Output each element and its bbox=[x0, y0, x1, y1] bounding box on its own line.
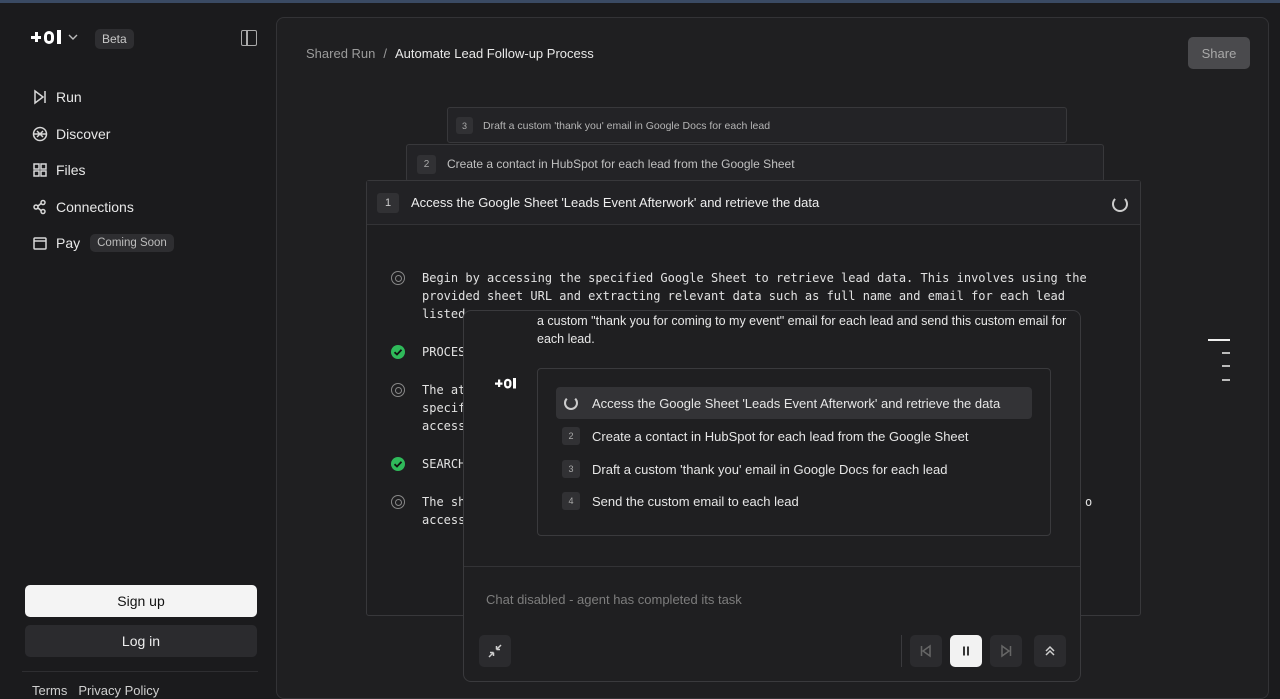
coming-soon-badge: Coming Soon bbox=[90, 234, 174, 253]
check-icon bbox=[391, 345, 405, 359]
sidebar-toggle-icon[interactable] bbox=[241, 30, 257, 46]
pause-icon bbox=[963, 646, 969, 656]
plan-item-2[interactable]: 2 Create a contact in HubSpot for each l… bbox=[556, 420, 1032, 452]
sidebar-item-files[interactable]: Files bbox=[32, 152, 174, 189]
log-text: PROCES bbox=[422, 345, 466, 359]
log-text: The at specif access bbox=[422, 383, 466, 433]
controls-divider bbox=[901, 635, 902, 667]
app-logo[interactable] bbox=[31, 30, 79, 44]
sidebar-item-label: Discover bbox=[56, 125, 111, 142]
step-title: Access the Google Sheet 'Leads Event Aft… bbox=[411, 195, 820, 210]
loading-spinner-icon bbox=[564, 396, 578, 410]
scroll-marker[interactable] bbox=[1222, 379, 1230, 381]
plan-item-title: Access the Google Sheet 'Leads Event Aft… bbox=[592, 395, 1001, 411]
step-card-header[interactable]: 1 Access the Google Sheet 'Leads Event A… bbox=[367, 181, 1140, 225]
footer-links: Terms Privacy Policy bbox=[32, 683, 159, 698]
scroll-marker-active[interactable] bbox=[1208, 339, 1230, 341]
sidebar-item-label: Connections bbox=[56, 198, 134, 215]
sidebar-item-run[interactable]: Run bbox=[32, 79, 174, 116]
plan-item-1[interactable]: Access the Google Sheet 'Leads Event Aft… bbox=[556, 387, 1032, 419]
collapse-button[interactable] bbox=[479, 635, 511, 667]
sidebar-item-discover[interactable]: Discover bbox=[32, 116, 174, 153]
terms-link[interactable]: Terms bbox=[32, 683, 67, 698]
compass-icon bbox=[32, 126, 48, 141]
check-icon bbox=[391, 457, 405, 471]
step-card-2[interactable]: 2 Create a contact in HubSpot for each l… bbox=[406, 144, 1104, 182]
target-icon bbox=[391, 495, 405, 509]
collapse-icon bbox=[488, 644, 502, 658]
plan-item-title: Draft a custom 'thank you' email in Goog… bbox=[592, 461, 948, 477]
footer-divider bbox=[22, 671, 258, 672]
expand-up-button[interactable] bbox=[1034, 635, 1066, 667]
beta-badge: Beta bbox=[95, 29, 134, 49]
sign-up-button[interactable]: Sign up bbox=[25, 585, 257, 617]
log-text: SEARCH bbox=[422, 457, 466, 471]
grid-icon bbox=[33, 163, 47, 177]
step-number: 3 bbox=[456, 117, 473, 134]
breadcrumb: Shared Run / Automate Lead Follow-up Pro… bbox=[306, 46, 594, 61]
skip-forward-icon bbox=[1001, 644, 1012, 658]
previous-step-button[interactable] bbox=[910, 635, 942, 667]
sidebar-item-connections[interactable]: Connections bbox=[32, 189, 174, 226]
sidebar-item-label: Run bbox=[56, 89, 82, 106]
step-card-3[interactable]: 3 Draft a custom 'thank you' email in Go… bbox=[447, 107, 1067, 143]
agent-overlay-panel: a custom "thank you for coming to my eve… bbox=[463, 310, 1081, 682]
target-icon bbox=[391, 383, 405, 397]
share-button[interactable]: Share bbox=[1188, 37, 1250, 69]
privacy-policy-link[interactable]: Privacy Policy bbox=[78, 683, 159, 698]
sidebar-item-label: Files bbox=[56, 162, 86, 179]
plan-item-title: Create a contact in HubSpot for each lea… bbox=[592, 428, 969, 444]
connections-icon bbox=[33, 199, 46, 214]
chevron-down-icon[interactable] bbox=[67, 31, 79, 43]
step-number: 2 bbox=[562, 427, 580, 445]
chat-input: Chat disabled - agent has completed its … bbox=[486, 592, 742, 607]
step-number: 4 bbox=[562, 492, 580, 510]
next-step-button[interactable] bbox=[990, 635, 1022, 667]
breadcrumb-separator: / bbox=[383, 46, 388, 61]
log-in-button[interactable]: Log in bbox=[25, 625, 257, 657]
step-title: Draft a custom 'thank you' email in Goog… bbox=[483, 120, 771, 132]
skip-back-icon bbox=[920, 644, 931, 658]
overlay-divider bbox=[464, 566, 1080, 567]
step-number: 2 bbox=[417, 155, 436, 174]
play-step-icon bbox=[34, 89, 46, 105]
logo-mark-icon bbox=[31, 30, 61, 44]
pause-button[interactable] bbox=[950, 635, 982, 667]
sidebar-item-label: Pay bbox=[56, 235, 81, 252]
plan-item-3[interactable]: 3 Draft a custom 'thank you' email in Go… bbox=[556, 453, 1032, 485]
plan-item-title: Send the custom email to each lead bbox=[592, 493, 799, 509]
step-number: 1 bbox=[377, 193, 399, 213]
loading-spinner-icon bbox=[1112, 196, 1128, 212]
plan-item-4[interactable]: 4 Send the custom email to each lead bbox=[556, 485, 1032, 517]
sidebar-nav: Run Discover Files Connections Pay Comin… bbox=[32, 79, 174, 262]
agent-logo-icon bbox=[495, 378, 516, 389]
sidebar: Beta Run Discover Files Connections Pay … bbox=[0, 3, 276, 699]
task-description: a custom "thank you for coming to my eve… bbox=[537, 314, 1067, 346]
log-text: The sh access bbox=[422, 495, 466, 527]
scroll-marker[interactable] bbox=[1222, 352, 1230, 354]
breadcrumb-parent[interactable]: Shared Run bbox=[306, 46, 375, 61]
step-number: 3 bbox=[562, 460, 580, 478]
scroll-marker[interactable] bbox=[1222, 365, 1230, 367]
target-icon bbox=[391, 271, 405, 285]
log-text-tail: o bbox=[1085, 495, 1093, 509]
chevrons-up-icon bbox=[1045, 645, 1055, 656]
step-title: Create a contact in HubSpot for each lea… bbox=[447, 157, 795, 171]
page-title: Automate Lead Follow-up Process bbox=[395, 46, 594, 61]
sidebar-item-pay[interactable]: Pay Coming Soon bbox=[32, 225, 174, 262]
plan-list: Access the Google Sheet 'Leads Event Aft… bbox=[537, 368, 1051, 536]
wallet-icon bbox=[33, 237, 47, 250]
